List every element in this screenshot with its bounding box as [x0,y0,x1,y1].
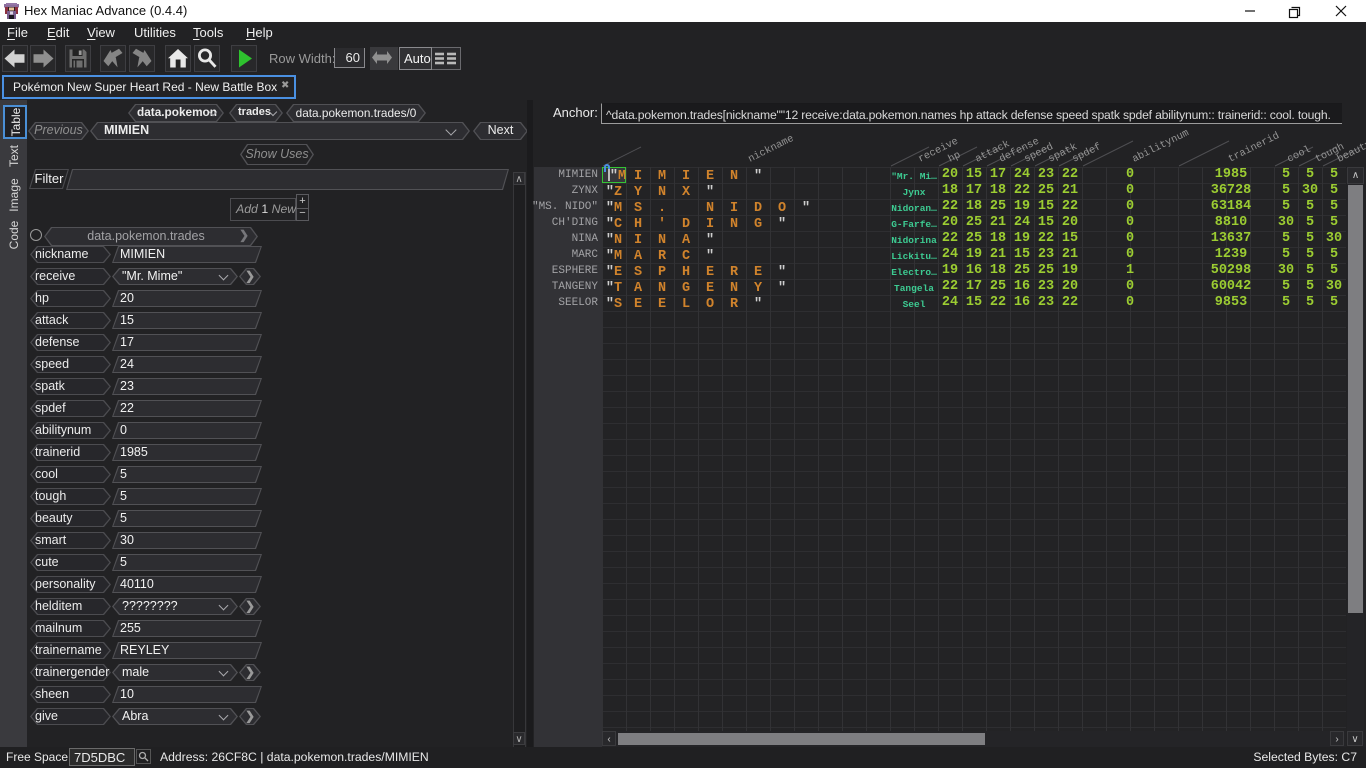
svg-text:cool: cool [1285,144,1312,166]
svg-text:nickname: nickname [746,133,796,166]
svg-text:trainerid: trainerid [1226,130,1281,166]
svg-text:abilitynum: abilitynum [1130,127,1191,165]
